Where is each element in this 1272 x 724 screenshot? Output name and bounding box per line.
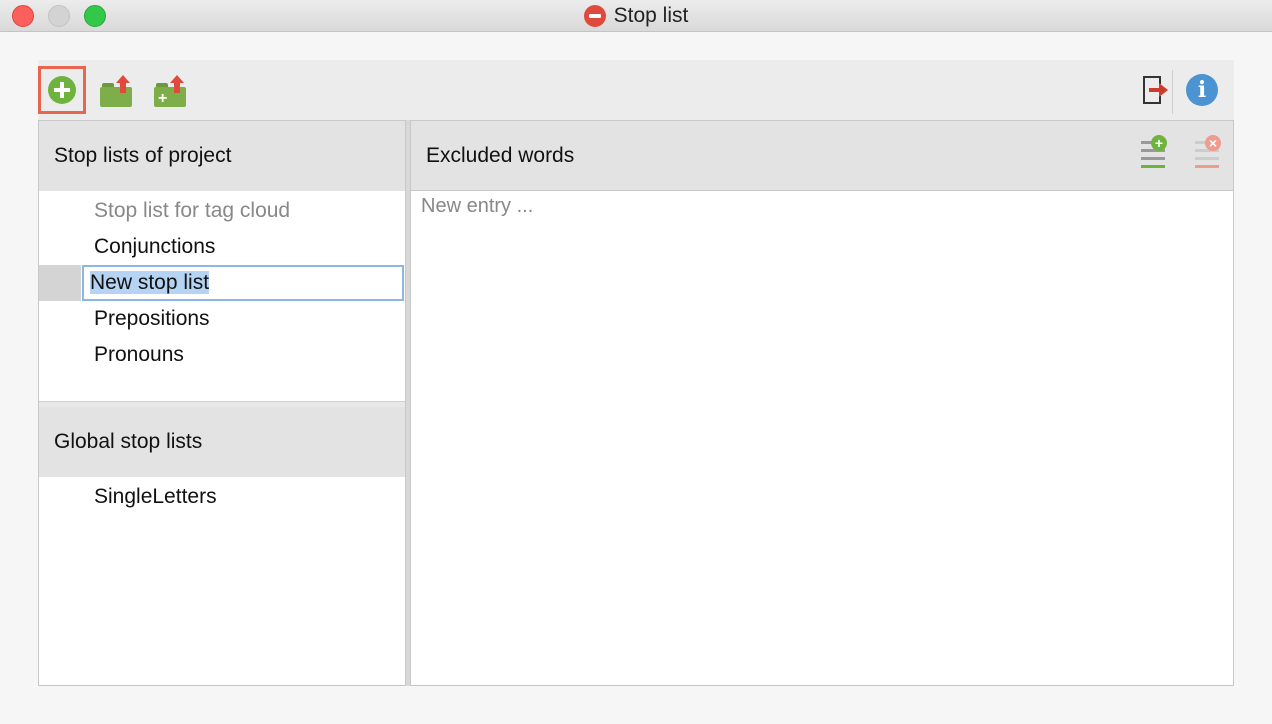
- list-item-label: Prepositions: [94, 307, 210, 330]
- import-append-stop-list-button[interactable]: +: [146, 66, 194, 114]
- import-stop-list-button[interactable]: [92, 66, 140, 114]
- list-item-selected[interactable]: New stop list: [39, 265, 405, 301]
- stop-lists-pane: Stop lists of project Stop list for tag …: [38, 120, 406, 686]
- list-item[interactable]: Prepositions: [39, 301, 405, 337]
- list-item[interactable]: Conjunctions: [39, 229, 405, 265]
- global-stop-list: SingleLetters: [39, 479, 405, 515]
- excluded-words-header-bar: Excluded words + ×: [411, 121, 1233, 191]
- title-bar: Stop list: [0, 0, 1272, 32]
- rename-input-value: New stop list: [90, 271, 210, 294]
- info-button[interactable]: i: [1178, 66, 1226, 114]
- selection-bar: [39, 265, 81, 301]
- folder-add-upload-icon: +: [154, 75, 186, 107]
- window-title: Stop list: [613, 4, 689, 27]
- stop-list-window: Stop list + i Stop lists of project Stop…: [0, 0, 1272, 724]
- toolbar: + i: [38, 60, 1234, 120]
- list-item-label: Conjunctions: [94, 235, 216, 258]
- remove-word-button[interactable]: ×: [1193, 135, 1225, 171]
- excluded-words-header: Excluded words: [426, 143, 575, 167]
- list-item[interactable]: Stop list for tag cloud: [39, 193, 405, 229]
- rename-input[interactable]: New stop list: [82, 265, 404, 301]
- global-stop-lists-header: Global stop lists: [39, 407, 405, 477]
- new-entry-input[interactable]: New entry ...: [421, 195, 533, 218]
- project-stop-lists-header: Stop lists of project: [39, 121, 405, 191]
- toolbar-separator: [1172, 70, 1173, 114]
- folder-upload-icon: [100, 75, 132, 107]
- project-stop-list: Stop list for tag cloud Conjunctions New…: [39, 193, 405, 373]
- stop-list-title-icon: [583, 5, 606, 27]
- new-stop-list-button[interactable]: [38, 66, 86, 114]
- list-item-label: Stop list for tag cloud: [94, 199, 291, 222]
- excluded-words-pane: Excluded words + × New entry ...: [410, 120, 1234, 686]
- add-word-button[interactable]: +: [1139, 135, 1171, 171]
- list-item[interactable]: SingleLetters: [39, 479, 405, 515]
- plus-circle-icon: [48, 76, 76, 104]
- list-item-label: Pronouns: [94, 343, 184, 366]
- exit-icon: [1143, 76, 1169, 104]
- list-item-label: SingleLetters: [94, 485, 217, 508]
- list-item[interactable]: Pronouns: [39, 337, 405, 373]
- window-title-wrap: Stop list: [0, 0, 1272, 32]
- info-icon: i: [1186, 74, 1218, 106]
